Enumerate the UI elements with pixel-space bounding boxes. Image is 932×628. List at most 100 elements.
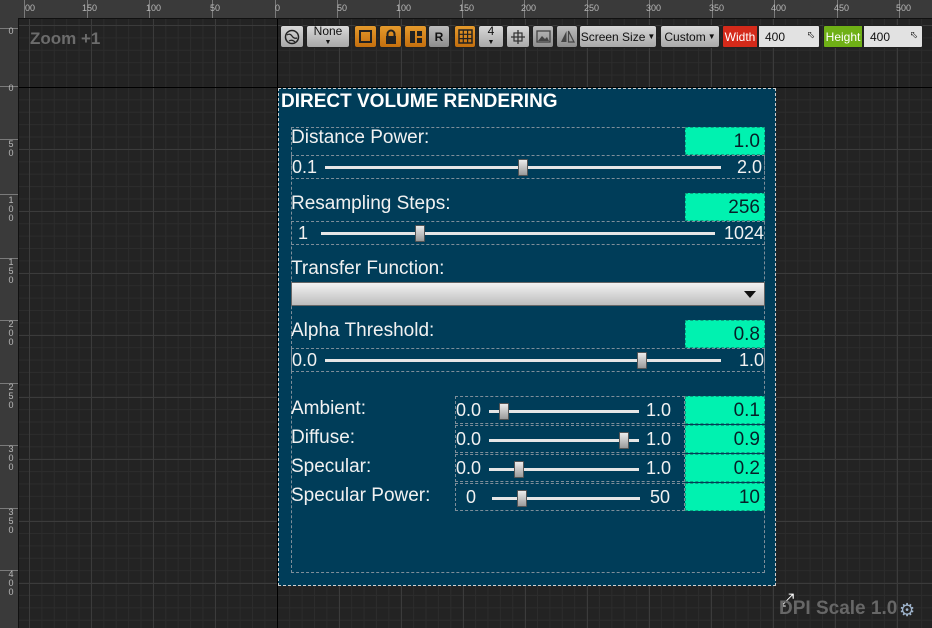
respect-locks-button[interactable]: R (428, 25, 450, 48)
slider-min-label: 0.1 (292, 157, 318, 177)
ambient-value: 0.1 (733, 400, 760, 421)
custom-size-dropdown[interactable]: Custom ▼ (660, 25, 720, 48)
ruler-label: 250 (584, 3, 600, 13)
height-input[interactable]: 400 ⬁ (863, 25, 923, 48)
expand-icon: ⬁ (909, 30, 918, 41)
screen-size-label: Screen Size (580, 29, 646, 44)
alpha-threshold-value: 0.8 (733, 324, 760, 345)
specular-power-value-input[interactable]: 10 (685, 483, 765, 511)
slider-max-label: 1.0 (646, 458, 672, 478)
image-preview-button[interactable] (532, 25, 554, 48)
ruler-label: 100 (396, 3, 412, 13)
layout-toggle-button[interactable] (404, 25, 427, 48)
distance-power-label: Distance Power: (291, 127, 430, 148)
slider-max-label: 1.0 (738, 350, 764, 370)
anchor-button[interactable] (506, 25, 530, 48)
panel-title: DIRECT VOLUME RENDERING (281, 91, 558, 112)
grid-snap-button[interactable] (454, 25, 476, 48)
widget-designer-canvas[interactable]: 00 150 100 50 0 50 100 150 200 250 300 3… (0, 0, 932, 628)
slider-max-label: 1.0 (646, 400, 672, 420)
distance-power-value-input[interactable]: 1.0 (685, 127, 765, 155)
specular-slider-row: 0.0 1.0 (455, 454, 685, 482)
ambient-slider-row: 0.0 1.0 (455, 396, 685, 424)
ruler-top: 00 150 100 50 0 50 100 150 200 250 300 3… (0, 0, 932, 19)
specular-power-slider-row: 0 50 (455, 483, 685, 511)
ruler-label: 250 (8, 382, 14, 410)
width-tag: Width (722, 25, 758, 48)
ruler-label: 100 (8, 195, 14, 223)
resampling-steps-label: Resampling Steps: (291, 193, 451, 214)
lock-button[interactable] (379, 25, 402, 48)
grid-snap-value-dropdown[interactable]: 4 ▼ (478, 25, 504, 48)
ruler-label: 200 (521, 3, 537, 13)
ambient-label: Ambient: (291, 398, 366, 419)
ruler-label: 50 (337, 3, 348, 13)
specular-power-slider-thumb[interactable] (516, 490, 527, 507)
specular-value-input[interactable]: 0.2 (685, 454, 765, 482)
transfer-function-label: Transfer Function: (291, 258, 445, 279)
resampling-steps-slider-thumb[interactable] (414, 225, 425, 242)
width-input[interactable]: 400 ⬁ (758, 25, 820, 48)
alpha-threshold-value-input[interactable]: 0.8 (685, 320, 765, 348)
gear-icon[interactable]: ⚙ (899, 600, 915, 621)
ruler-label: 300 (8, 444, 14, 472)
distance-power-value: 1.0 (733, 131, 760, 152)
grid-icon (457, 29, 473, 44)
flip-button[interactable] (556, 25, 578, 48)
image-icon (535, 30, 551, 43)
resampling-steps-value-input[interactable]: 256 (685, 193, 765, 221)
ruler-label: 0 (275, 3, 281, 13)
diffuse-slider-thumb[interactable] (619, 432, 629, 449)
ruler-label: 0 (8, 26, 14, 36)
alpha-threshold-slider-thumb[interactable] (636, 352, 647, 369)
specular-value: 0.2 (733, 458, 760, 479)
diffuse-slider-row: 0.0 1.0 (455, 425, 685, 453)
chevron-down-icon: ▼ (707, 32, 716, 41)
slider-max-label: 1024 (723, 223, 764, 243)
layout-icon (409, 30, 422, 43)
slider-max-label: 50 (650, 487, 671, 507)
diffuse-slider-track[interactable] (489, 439, 639, 442)
specular-slider-track[interactable] (489, 468, 639, 471)
screen-size-dropdown[interactable]: Screen Size ▼ (579, 25, 657, 48)
zoom-level: Zoom +1 (30, 29, 101, 48)
volume-rendering-panel[interactable]: DIRECT VOLUME RENDERING Distance Power: … (278, 88, 776, 586)
ambient-slider-track[interactable] (489, 410, 639, 413)
outline-icon (359, 30, 372, 43)
resampling-steps-value: 256 (728, 197, 760, 218)
slider-min-label: 0 (466, 487, 477, 507)
outline-toggle-button[interactable] (354, 25, 377, 48)
ruler-label: 350 (8, 507, 14, 535)
custom-size-label: Custom (664, 29, 706, 44)
ruler-label: 150 (8, 257, 14, 285)
resampling-steps-slider-track[interactable] (321, 232, 715, 235)
resampling-steps-slider-row: 1 1024 (291, 221, 765, 245)
flip-icon (560, 30, 575, 43)
ruler-label: 400 (8, 569, 14, 597)
ruler-label: 50 (210, 3, 221, 13)
chevron-down-icon: ▼ (324, 38, 332, 46)
transfer-function-dropdown[interactable] (291, 282, 765, 306)
ruler-label: 00 (25, 3, 36, 13)
ambient-value-input[interactable]: 0.1 (685, 396, 765, 424)
specular-power-value: 10 (738, 487, 760, 508)
distance-power-slider-thumb[interactable] (518, 159, 528, 176)
slider-max-label: 1.0 (646, 429, 672, 449)
slider-min-label: 0.0 (456, 400, 482, 420)
specular-power-slider-track[interactable] (492, 497, 640, 500)
ruler-label: 0 (8, 83, 14, 93)
ruler-label: 50 (8, 139, 14, 158)
ruler-left: 0 0 50 100 150 200 250 300 350 400 (0, 18, 19, 628)
expand-icon: ⬁ (806, 30, 815, 41)
slider-min-label: 0.0 (456, 458, 482, 478)
move-arrows-icon (511, 29, 525, 44)
ruler-label: 100 (146, 3, 162, 13)
localization-dropdown[interactable]: None ▼ (306, 25, 350, 48)
alpha-threshold-slider-track[interactable] (325, 359, 721, 362)
diffuse-value: 0.9 (733, 429, 760, 450)
specular-slider-thumb[interactable] (514, 461, 524, 478)
ruler-label: 150 (82, 3, 98, 13)
diffuse-value-input[interactable]: 0.9 (685, 425, 765, 453)
localization-button[interactable] (280, 25, 304, 48)
ambient-slider-thumb[interactable] (499, 403, 509, 420)
